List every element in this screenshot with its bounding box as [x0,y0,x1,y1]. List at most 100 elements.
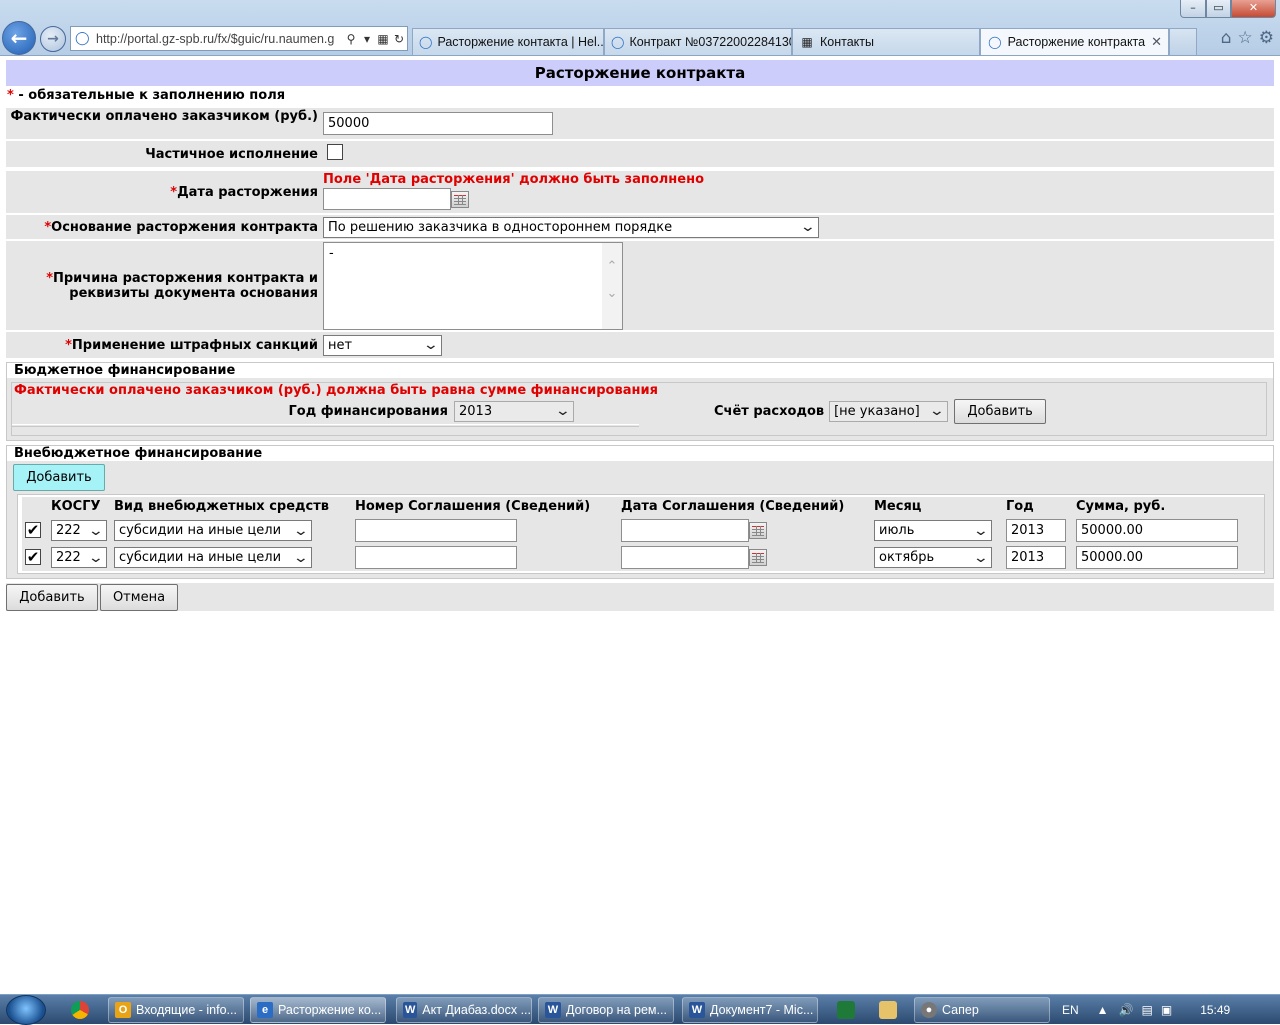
scroll-up-icon[interactable]: ⌃ [602,259,622,274]
budget-error: Фактически оплачено заказчиком (руб.) до… [14,383,658,398]
finance-year-label: Год финансирования [288,403,448,419]
explorer-folder-icon[interactable] [868,997,908,1023]
taskbar-item-label: Договор на рем... [566,1003,667,1017]
taskbar-item-minesweeper[interactable]: ● Сапер [914,997,1050,1023]
col-sum: Сумма, руб. [1076,499,1166,514]
termination-date-error: Поле 'Дата расторжения' должно быть запо… [323,172,705,187]
partial-label: Частичное исполнение [145,146,318,162]
tab-1[interactable]: ◯ Расторжение контакта | Hel... [412,28,604,55]
ie-icon: ◯ [419,35,433,49]
finance-year-value: 2013 [459,403,493,419]
paid-input[interactable] [323,112,553,135]
basis-select[interactable]: По решению заказчика в одностороннем пор… [323,216,819,238]
refresh-icon[interactable]: ↻ [391,32,407,46]
reason-row: *Причина расторжения контракта и реквизи… [6,241,1274,330]
budget-add-button[interactable]: Добавить [954,398,1047,424]
month-select[interactable]: июль ⌄ [874,520,992,541]
page-content: Расторжение контракта * - обязательные к… [6,60,1274,611]
sum-input[interactable] [1076,519,1238,542]
finance-year-select[interactable]: 2013 ⌄ [454,400,574,422]
reason-text: - [329,246,334,261]
scroll-down-icon[interactable]: ⌄ [602,286,622,301]
address-bar[interactable]: ◯ http://portal.gz-spb.ru/fx/$guic/ru.na… [70,26,408,51]
clock[interactable]: 15:49 [1200,1003,1230,1017]
maximize-button[interactable]: ▭ [1206,0,1231,18]
col-month: Месяц [874,499,922,514]
home-icon[interactable]: ⌂ [1221,28,1232,48]
calendar-icon[interactable] [451,190,469,208]
calendar-icon[interactable] [749,549,767,566]
taskbar-item-ie[interactable]: e Расторжение ко... [250,997,386,1023]
close-tab-icon[interactable]: ✕ [1145,34,1162,50]
partial-checkbox[interactable] [327,144,343,160]
expense-account-select[interactable]: [не указано] ⌄ [829,400,949,422]
month-select[interactable]: октябрь ⌄ [874,547,992,568]
excel-taskbar-icon[interactable] [826,997,866,1023]
budget-legend: Бюджетное финансирование [7,363,1273,378]
minimize-button[interactable]: – [1180,0,1206,18]
ie-icon: ◯ [611,35,625,49]
volume-icon[interactable]: 🔊 [1119,1003,1134,1017]
reason-textarea[interactable]: - ⌃ ⌄ [323,242,623,330]
gear-icon[interactable]: ⚙ [1259,28,1274,48]
table-header: КОСГУ Вид внебюджетных средств Номер Сог… [22,497,1264,517]
taskbar-item-word-2[interactable]: W Договор на рем... [538,997,674,1023]
tab-3[interactable]: ▦ Контакты [792,28,980,55]
search-icon[interactable]: ⚲ [343,32,359,46]
reason-label-cell: *Причина расторжения контракта и реквизи… [46,271,318,301]
tray-expand-icon[interactable]: ▲ [1097,1003,1109,1017]
penalty-select-value: нет [328,337,353,353]
year-input[interactable] [1006,519,1066,542]
row-checkbox[interactable]: ✔ [25,522,41,538]
tab-label: Контракт №03722002284130... [629,35,792,49]
new-tab-button[interactable] [1169,28,1197,55]
required-note: * - обязательные к заполнению поля [6,86,1274,106]
taskbar-item-label: Документ7 - Mic... [710,1003,814,1017]
type-select[interactable]: субсидии на иные цели ⌄ [114,520,312,541]
ie-icon: ◯ [988,35,1002,49]
row-checkbox[interactable]: ✔ [25,549,41,565]
reason-scrollbar[interactable]: ⌃ ⌄ [602,243,622,329]
taskbar-item-label: Сапер [942,1003,979,1017]
tab-2[interactable]: ◯ Контракт №03722002284130... [604,28,792,55]
year-input[interactable] [1006,546,1066,569]
date-input[interactable] [621,546,749,569]
compat-view-icon[interactable]: ▦ [375,32,391,46]
favorites-star-icon[interactable]: ☆ [1238,28,1253,48]
extrabudget-add-button[interactable]: Добавить [13,464,105,491]
cancel-button[interactable]: Отмена [100,583,178,611]
address-url[interactable]: http://portal.gz-spb.ru/fx/$guic/ru.naum… [90,32,343,46]
sum-input[interactable] [1076,546,1238,569]
language-indicator[interactable]: EN [1062,1003,1079,1017]
arrow-right-icon: → [47,31,59,47]
chrome-taskbar-icon[interactable] [60,997,100,1023]
taskbar-item-outlook[interactable]: O Входящие - info... [108,997,244,1023]
number-input[interactable] [355,546,517,569]
close-window-button[interactable]: ✕ [1231,0,1276,18]
paid-row: Фактически оплачено заказчиком (руб.) [6,108,1274,139]
number-input[interactable] [355,519,517,542]
tab-4-active[interactable]: ◯ Расторжение контракта ✕ [980,28,1169,55]
start-button[interactable] [6,995,46,1025]
submit-add-button[interactable]: Добавить [6,583,98,611]
type-select[interactable]: субсидии на иные цели ⌄ [114,547,312,568]
kosgu-select[interactable]: 222 ⌄ [51,547,107,568]
taskbar-item-word-3[interactable]: W Документ7 - Mic... [682,997,818,1023]
notification-icon[interactable]: ▣ [1161,1003,1172,1017]
date-input[interactable] [621,519,749,542]
calendar-icon[interactable] [749,522,767,539]
network-icon[interactable]: ▤ [1142,1003,1153,1017]
col-date: Дата Соглашения (Сведений) [621,499,845,514]
taskbar-item-word-1[interactable]: W Акт Диабаз.docx ... [396,997,532,1023]
basis-label-cell: *Основание расторжения контракта [44,219,318,235]
termination-date-input[interactable] [323,188,451,210]
back-button[interactable]: ← [2,21,36,55]
taskbar-item-label: Входящие - info... [136,1003,237,1017]
penalty-select[interactable]: нет ⌄ [323,334,442,356]
forward-button[interactable]: → [40,26,66,52]
partial-row: Частичное исполнение [6,141,1274,167]
dropdown-icon[interactable]: ▾ [359,32,375,46]
kosgu-select[interactable]: 222 ⌄ [51,520,107,541]
page-icon: ▦ [801,35,813,49]
col-type: Вид внебюджетных средств [114,499,330,514]
